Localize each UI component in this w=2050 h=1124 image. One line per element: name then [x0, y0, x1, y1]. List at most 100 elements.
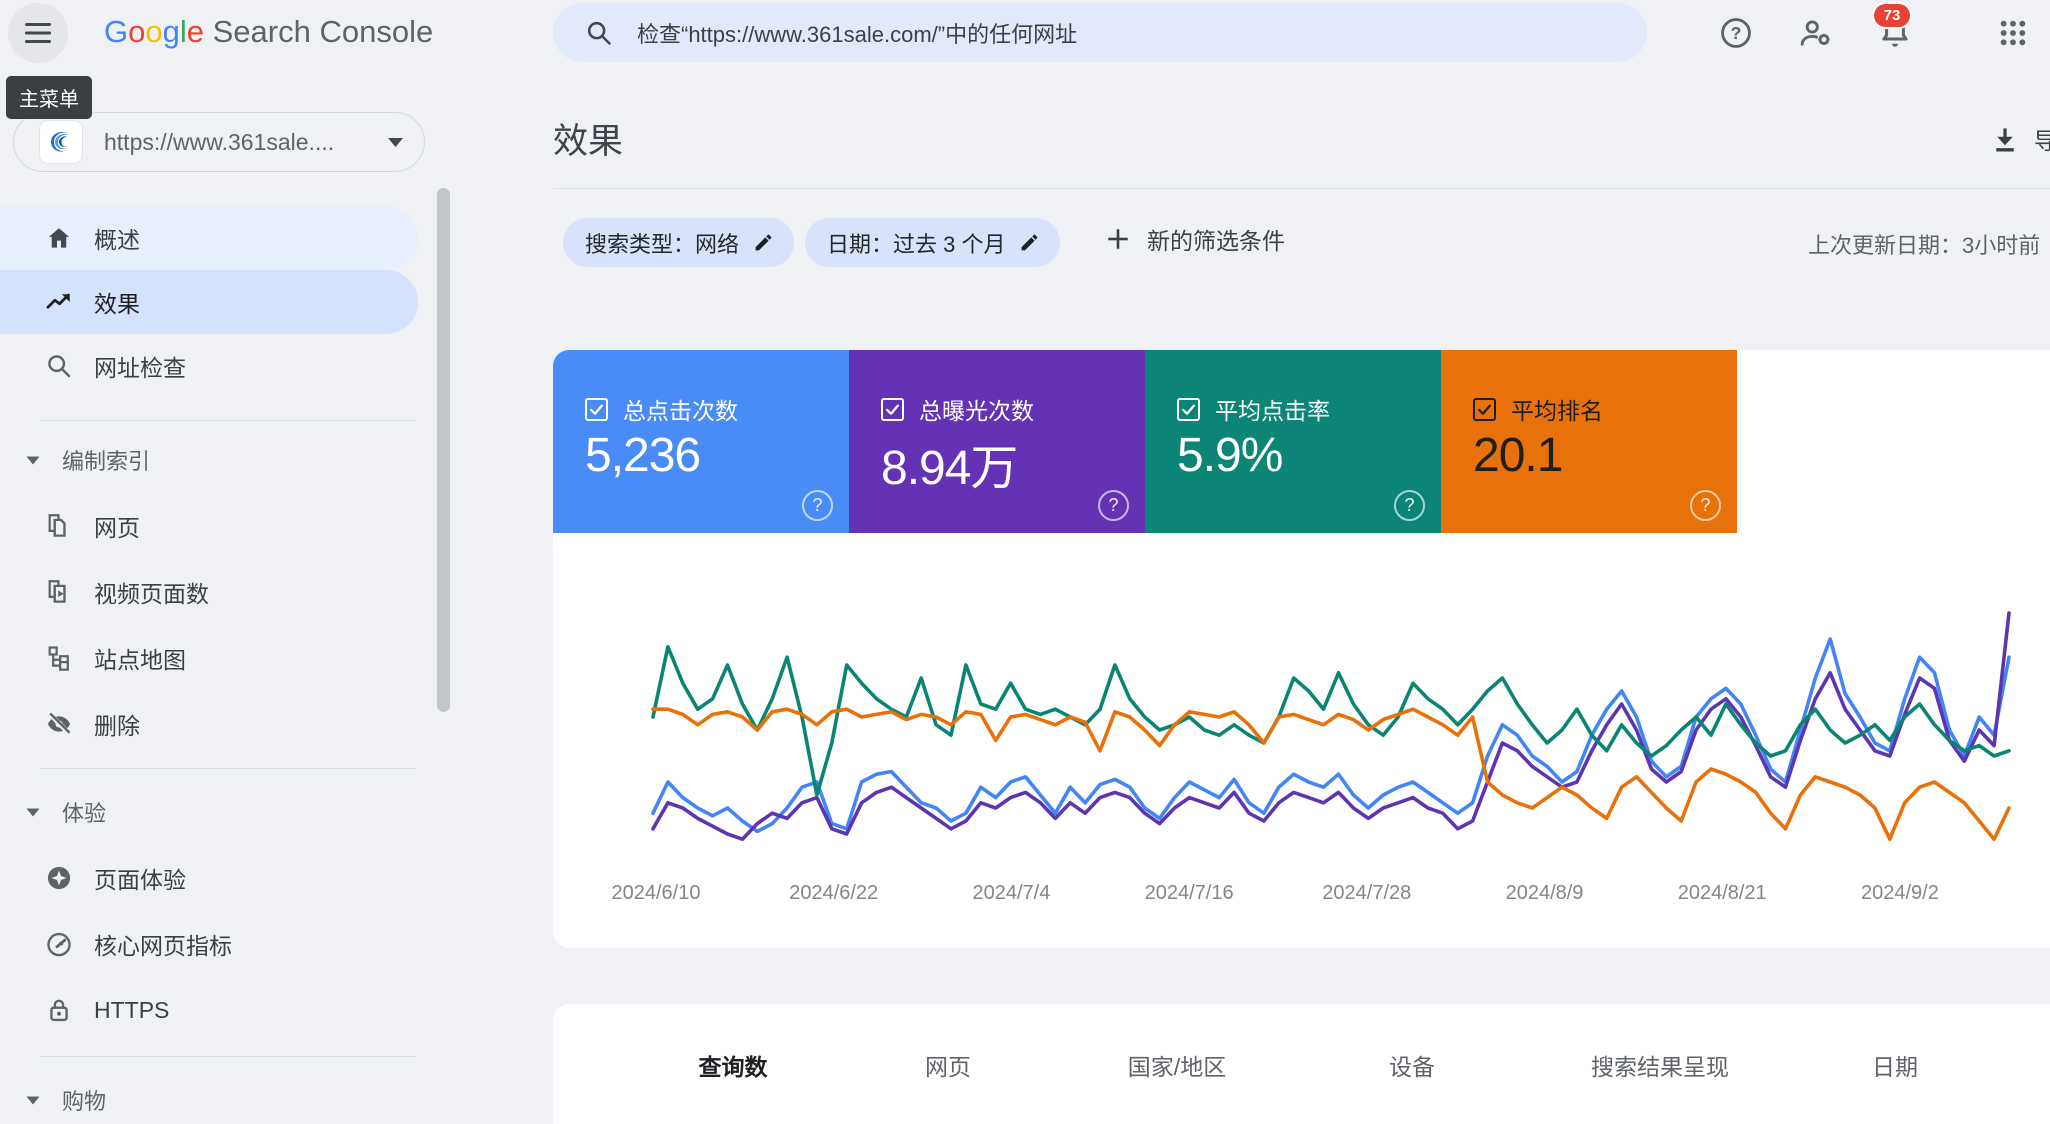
- sidebar-section-shopping[interactable]: 购物: [0, 1078, 418, 1122]
- tab-search-appearance[interactable]: 搜索结果呈现: [1591, 1048, 1729, 1082]
- tab-dates[interactable]: 日期: [1872, 1048, 1918, 1082]
- metric-card-total-clicks[interactable]: 总点击次数 5,236 ?: [553, 350, 849, 533]
- x-axis-tick-label: 2024/7/28: [1322, 882, 1412, 904]
- x-axis-tick-label: 2024/6/22: [789, 882, 879, 904]
- help-icon[interactable]: ?: [1098, 490, 1129, 521]
- metric-card-total-impressions[interactable]: 总曝光次数 8.94万 ?: [849, 350, 1145, 533]
- property-url: https://www.361sale....: [104, 128, 335, 155]
- google-apps-button[interactable]: [1990, 10, 2036, 56]
- metric-card-average-ctr[interactable]: 平均点击率 5.9% ?: [1145, 350, 1441, 533]
- new-filter-button[interactable]: 新的筛选条件: [1105, 222, 1285, 256]
- help-button[interactable]: ?: [1713, 10, 1759, 56]
- x-axis-tick-label: 2024/6/10: [611, 882, 701, 904]
- checkbox-checked-icon[interactable]: [585, 397, 608, 421]
- sidebar-item-label: 视频页面数: [94, 581, 209, 607]
- sidebar-item-overview[interactable]: 概述: [0, 206, 418, 270]
- checkbox-checked-icon[interactable]: [1177, 397, 1200, 421]
- tab-pages[interactable]: 网页: [925, 1048, 971, 1082]
- hamburger-icon: [23, 20, 53, 46]
- new-filter-label: 新的筛选条件: [1147, 228, 1285, 254]
- header-divider: [553, 188, 2050, 189]
- x-axis-tick-label: 2024/9/2: [1860, 882, 1939, 904]
- sidebar-item-label: 概述: [94, 227, 140, 253]
- metric-value: 5,236: [585, 429, 701, 482]
- visibility-off-icon: [44, 709, 74, 739]
- search-icon: [44, 351, 74, 381]
- home-icon: [44, 223, 74, 253]
- sidebar-item-label: 网址检查: [94, 355, 186, 381]
- sidebar-item-url-inspection[interactable]: 网址检查: [0, 334, 418, 398]
- filter-chip-search-type[interactable]: 搜索类型：网络: [563, 218, 795, 267]
- sidebar-scrollbar-thumb[interactable]: [437, 188, 450, 712]
- lock-icon: [44, 995, 74, 1025]
- pages-icon: [44, 511, 74, 541]
- plus-icon: [1105, 226, 1131, 252]
- x-axis-tick-label: 2024/8/9: [1505, 882, 1584, 904]
- sidebar-item-label: 站点地图: [94, 647, 186, 673]
- filter-chip-label: 日期：过去 3 个月: [827, 231, 1006, 257]
- page-title: 效果: [553, 122, 624, 161]
- main-menu-button[interactable]: [8, 3, 68, 63]
- url-inspection-searchbar[interactable]: 检查“https://www.361sale.com/”中的任何网址: [553, 3, 1647, 62]
- help-icon[interactable]: ?: [802, 490, 833, 521]
- sidebar-item-label: 网页: [94, 515, 140, 541]
- metric-label: 平均点击率: [1215, 398, 1330, 424]
- sidebar-item-label: 效果: [94, 291, 140, 317]
- google-logo-text: Google: [104, 14, 205, 49]
- edit-pencil-icon: [1019, 232, 1040, 253]
- sidebar-item-sitemaps[interactable]: 站点地图: [0, 626, 418, 690]
- metric-label: 平均排名: [1511, 398, 1603, 424]
- tab-countries[interactable]: 国家/地区: [1128, 1048, 1226, 1082]
- metric-value: 8.94万: [881, 442, 1018, 495]
- tab-queries[interactable]: 查询数: [699, 1048, 768, 1082]
- tab-devices[interactable]: 设备: [1389, 1048, 1435, 1082]
- sidebar-item-page-experience[interactable]: 页面体验: [0, 846, 418, 910]
- checkbox-checked-icon[interactable]: [1473, 397, 1496, 421]
- sidebar-item-label: 页面体验: [94, 867, 186, 893]
- filter-chip-label: 搜索类型：网络: [585, 231, 740, 257]
- performance-chart-card: 总点击次数 5,236 ? 总曝光次数 8.94万 ? 平均点击率 5.9% ?: [553, 350, 2050, 948]
- sidebar-item-video-pages[interactable]: 视频页面数: [0, 560, 418, 624]
- sidebar-divider: [40, 420, 415, 421]
- app-logo[interactable]: Google Search Console: [104, 14, 433, 50]
- dimension-tabs-card: 查询数 网页 国家/地区 设备 搜索结果呈现 日期: [553, 1004, 2050, 1124]
- apps-grid-icon: [1997, 17, 2029, 49]
- sidebar-item-removals[interactable]: 删除: [0, 692, 418, 756]
- user-gear-icon: [1798, 15, 1834, 51]
- sitemap-icon: [44, 643, 74, 673]
- search-icon: [585, 19, 613, 47]
- help-icon: ?: [1719, 16, 1753, 50]
- performance-chart[interactable]: [553, 560, 2050, 880]
- section-header-label: 体验: [62, 801, 107, 826]
- sidebar-item-core-web-vitals[interactable]: 核心网页指标: [0, 912, 418, 976]
- filter-chip-date-range[interactable]: 日期：过去 3 个月: [805, 218, 1061, 267]
- caret-down-icon: [26, 1096, 40, 1105]
- video-pages-icon: [44, 577, 74, 607]
- checkbox-checked-icon[interactable]: [881, 397, 904, 421]
- core-web-vitals-icon: [44, 929, 74, 959]
- sidebar-item-label: HTTPS: [94, 996, 170, 1023]
- page-experience-icon: [44, 863, 74, 893]
- caret-down-icon: [26, 456, 40, 465]
- chevron-down-icon: [387, 137, 404, 148]
- svg-text:?: ?: [1731, 23, 1742, 43]
- section-header-label: 编制索引: [62, 449, 151, 474]
- export-button[interactable]: 导出: [1990, 122, 2050, 156]
- property-selector[interactable]: https://www.361sale....: [13, 112, 425, 172]
- metric-card-average-position[interactable]: 平均排名 20.1 ?: [1441, 350, 1737, 533]
- sidebar-item-pages[interactable]: 网页: [0, 494, 418, 558]
- last-updated-text: 上次更新日期：3小时前: [1808, 233, 2041, 258]
- sidebar-section-indexing[interactable]: 编制索引: [0, 438, 418, 482]
- metric-label: 总曝光次数: [919, 398, 1034, 424]
- x-axis-tick-label: 2024/8/21: [1677, 882, 1767, 904]
- user-settings-button[interactable]: [1793, 10, 1839, 56]
- sidebar-item-https[interactable]: HTTPS: [0, 978, 418, 1042]
- sidebar-item-performance[interactable]: 效果: [0, 270, 418, 334]
- sidebar-item-label: 删除: [94, 713, 140, 739]
- help-icon[interactable]: ?: [1690, 490, 1721, 521]
- sidebar-section-experience[interactable]: 体验: [0, 790, 418, 834]
- download-icon: [1990, 124, 2020, 154]
- trending-up-icon: [44, 287, 74, 317]
- help-icon[interactable]: ?: [1394, 490, 1425, 521]
- metric-label: 总点击次数: [623, 398, 738, 424]
